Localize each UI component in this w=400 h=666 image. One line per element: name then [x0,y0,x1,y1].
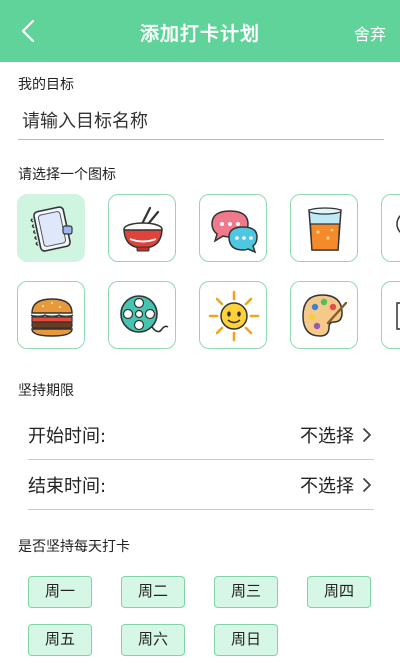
icon-grid [17,194,400,350]
goal-section-label: 我的目标 [18,77,74,93]
icon-option-burger[interactable] [17,281,85,349]
paint-palette-icon [302,294,348,337]
page-title: 添加打卡计划 [139,23,260,45]
icon-option-book[interactable] [381,281,400,349]
day-chip-tue[interactable]: 周二 [121,576,185,608]
icon-section-label: 请选择一个图标 [18,167,116,183]
day-chip-wed[interactable]: 周三 [214,576,278,608]
icon-option-lightbulb[interactable] [381,194,400,262]
end-time-label: 结束时间: [28,476,107,497]
day-chip-sun[interactable]: 周日 [214,624,278,656]
start-time-label: 开始时间: [28,426,107,447]
icon-option-film-reel[interactable] [108,281,176,349]
icon-option-notebook[interactable] [17,194,85,262]
chevron-right-icon [363,478,371,492]
day-chip-fri[interactable]: 周五 [28,624,92,656]
icon-option-juice[interactable] [290,194,358,262]
chevron-right-icon [363,428,371,442]
end-time-row[interactable]: 结束时间: 不选择 [28,460,374,510]
icon-option-sun[interactable] [199,281,267,349]
duration-section-label: 坚持期限 [18,383,74,399]
discard-button[interactable]: 舍弃 [354,21,386,45]
film-reel-icon [120,295,169,333]
juice-glass-icon [308,207,342,251]
icon-option-rice-bowl[interactable] [108,194,176,262]
day-chip-sat[interactable]: 周六 [121,624,185,656]
day-chip-thu[interactable]: 周四 [307,576,371,608]
icon-option-chat[interactable] [199,194,267,262]
rice-bowl-icon [123,206,163,252]
day-chip-mon[interactable]: 周一 [28,576,92,608]
notebook-icon [30,206,73,252]
goal-name-input[interactable] [18,104,384,140]
lightbulb-icon [396,214,400,234]
daily-section-label: 是否坚持每天打卡 [18,539,130,555]
book-icon [396,302,400,330]
icon-option-palette[interactable] [290,281,358,349]
app-header: 添加打卡计划 舍弃 [0,0,400,62]
start-time-value: 不选择 [300,426,354,447]
end-time-value: 不选择 [300,476,354,497]
sun-icon [208,290,260,342]
hamburger-icon [30,298,74,337]
start-time-row[interactable]: 开始时间: 不选择 [28,410,374,460]
chat-bubbles-icon [211,210,258,254]
